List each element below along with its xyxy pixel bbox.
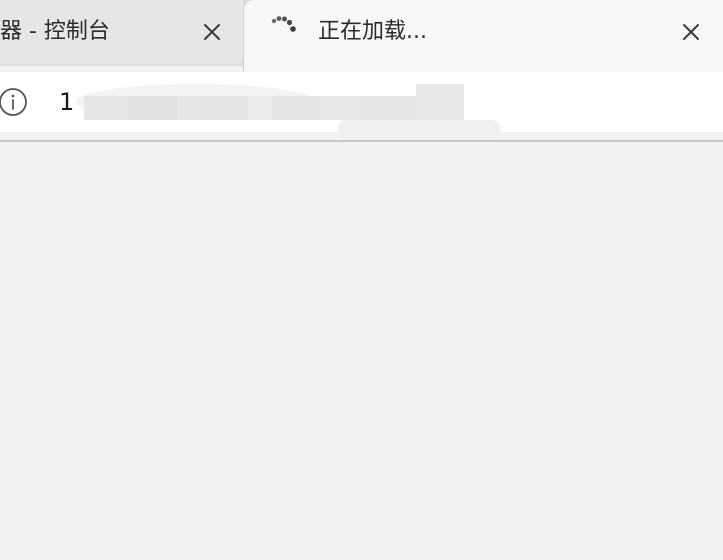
page-content-area[interactable]	[0, 142, 723, 560]
tab-console[interactable]: 器 - 控制台	[0, 0, 245, 64]
loading-spinner-icon	[270, 16, 298, 36]
tab-title: 正在加载...	[318, 19, 427, 44]
tab-loading[interactable]: 正在加载...	[244, 0, 723, 74]
redacted-url-blur-tail	[338, 120, 500, 140]
info-icon[interactable]	[0, 87, 28, 117]
tab-title: 器 - 控制台	[0, 19, 110, 44]
redacted-url-blur	[76, 82, 464, 120]
close-icon[interactable]	[200, 20, 224, 44]
tab-strip: 器 - 控制台 正在加载...	[0, 0, 723, 74]
close-icon[interactable]	[679, 20, 703, 44]
url-text[interactable]: 1	[59, 88, 74, 116]
